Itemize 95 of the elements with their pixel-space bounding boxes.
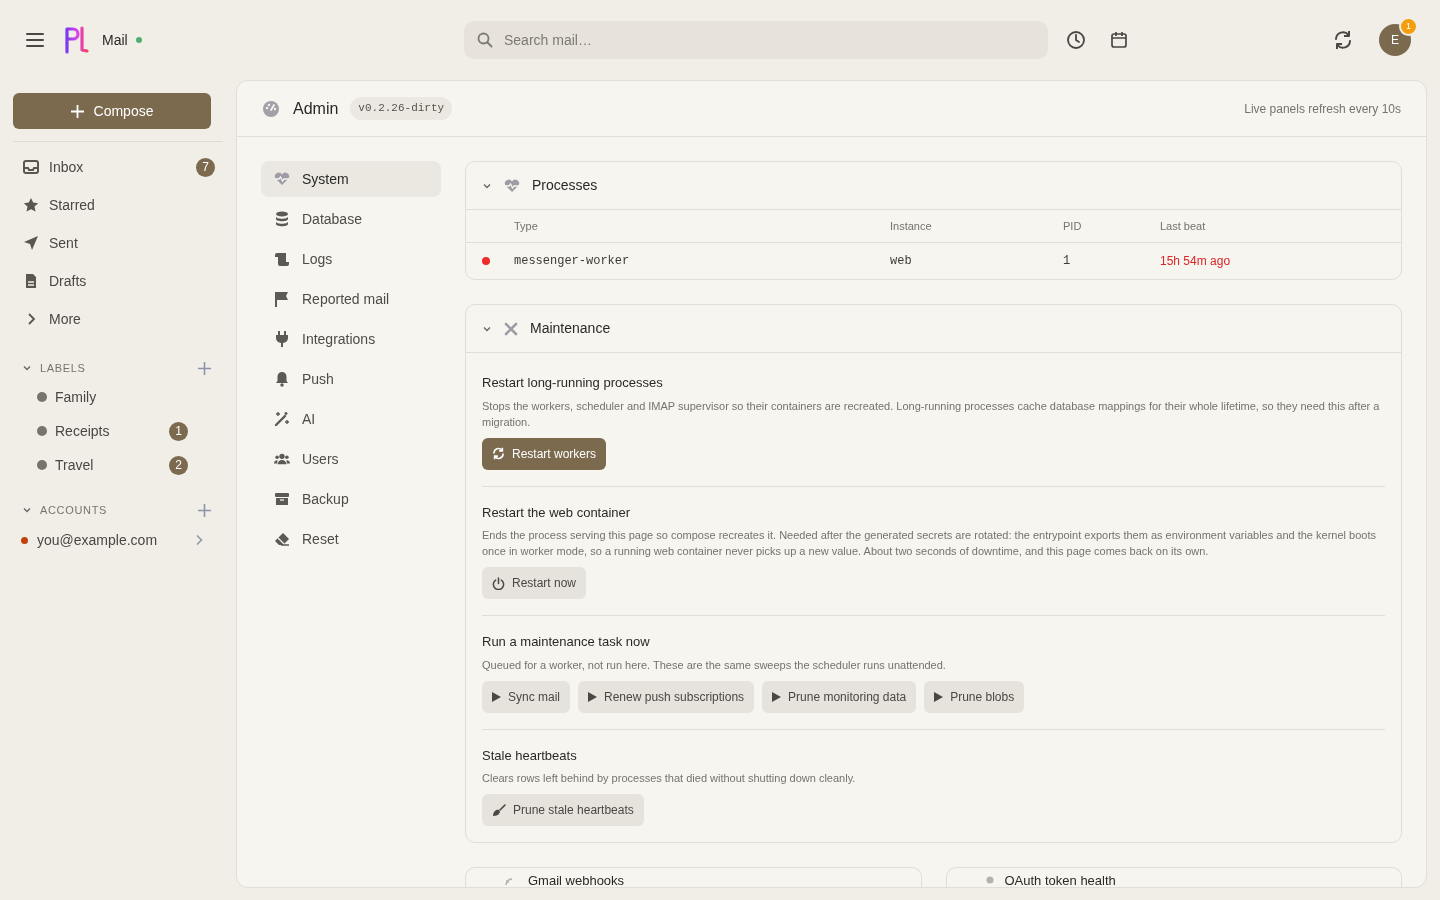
- inbox-icon: [23, 160, 39, 174]
- add-icon[interactable]: [198, 361, 211, 375]
- table-cell-text: web: [890, 253, 913, 270]
- nav-item[interactable]: More: [13, 300, 223, 338]
- action-button[interactable]: Restart now: [482, 567, 587, 599]
- play-icon: [588, 691, 597, 702]
- search-field[interactable]: Search mail…: [464, 21, 1048, 59]
- admin-nav-item[interactable]: AI: [261, 401, 441, 437]
- add-icon[interactable]: [198, 503, 211, 517]
- section-title: Restart long-running processes: [482, 374, 664, 392]
- table-cell-text: messenger-worker: [514, 253, 631, 270]
- chevron-down-icon[interactable]: [22, 505, 32, 515]
- admin-nav-item[interactable]: Reset: [261, 521, 441, 557]
- column-header: Last beat: [1160, 218, 1207, 234]
- nav-item[interactable]: Drafts: [13, 262, 223, 300]
- page-title: Admin: [293, 98, 339, 119]
- play-icon: [492, 691, 501, 702]
- action-button[interactable]: Prune monitoring data: [762, 680, 917, 713]
- admin-nav-item[interactable]: Logs: [261, 241, 441, 277]
- column-header: Type: [514, 218, 539, 234]
- admin-nav-item[interactable]: Backup: [261, 481, 441, 517]
- refresh-icon[interactable]: [1333, 30, 1353, 50]
- table-cell-text: 15h 54m ago: [1160, 253, 1232, 270]
- unread-count: 7: [196, 157, 215, 177]
- menu-icon[interactable]: [26, 33, 44, 47]
- section-description: Clears rows left behind by processes that died without shutting down cleanly.: [482, 771, 857, 786]
- chevron-right-icon: [26, 312, 36, 326]
- refresh-note: Live panels refresh every 10s: [1244, 100, 1401, 118]
- section-title: Run a maintenance task now: [482, 633, 651, 651]
- column-header: Instance: [890, 218, 933, 234]
- broom-icon: [492, 803, 506, 817]
- archive-box-icon: [275, 492, 289, 506]
- paper-plane-icon: [23, 235, 39, 251]
- database-icon: [275, 211, 289, 227]
- section-description: Stops the workers, scheduler and IMAP supervisor so their containers are recreated. Long-running processes cache database mappings for their whole lifetime, so they need this after a migration.: [482, 398, 1381, 430]
- play-icon: [772, 691, 782, 702]
- label-item[interactable]: Receipts 1: [13, 414, 223, 448]
- nav-item[interactable]: Inbox 7: [13, 148, 223, 186]
- users-icon: [274, 452, 290, 466]
- action-button[interactable]: Restart workers: [482, 437, 607, 470]
- compose-button[interactable]: Compose: [13, 93, 211, 129]
- action-button[interactable]: Prune blobs: [924, 680, 1025, 713]
- action-button[interactable]: Renew push subscriptions: [578, 680, 755, 713]
- plug-icon: [276, 331, 288, 347]
- document-icon: [25, 273, 37, 289]
- eraser-icon: [274, 532, 290, 546]
- admin-nav-item[interactable]: Integrations: [261, 321, 441, 357]
- panel-title: Processes: [532, 176, 598, 195]
- label-item[interactable]: Travel 2: [13, 448, 223, 482]
- chevron-down-icon[interactable]: [22, 363, 32, 373]
- action-button[interactable]: Sync mail: [482, 680, 570, 713]
- panel-title: Gmail webhooks: [528, 873, 625, 887]
- admin-nav-item[interactable]: System: [261, 161, 441, 197]
- chevron-right-icon: [195, 534, 203, 546]
- heart-pulse-icon: [504, 178, 520, 193]
- play-icon: [934, 691, 944, 702]
- star-icon: [23, 197, 39, 213]
- section-heading: ACCOUNTS: [40, 502, 107, 518]
- search-icon: [477, 32, 493, 48]
- scroll-icon: [274, 252, 290, 266]
- app-name: Mail: [102, 30, 128, 50]
- nav-item[interactable]: Sent: [13, 224, 223, 262]
- table-cell-text: 1: [1063, 253, 1072, 270]
- account-item[interactable]: you@example.com: [13, 522, 223, 558]
- section-description: Queued for a worker, not run here. These are the same sweeps the scheduler runs unattended.: [482, 657, 947, 673]
- panel-title: Maintenance: [530, 319, 611, 338]
- admin-nav-item[interactable]: Push: [261, 361, 441, 397]
- notification-badge: 1: [1399, 17, 1418, 36]
- gauge-icon: [262, 99, 280, 118]
- version-tag: v0.2.26-dirty: [350, 97, 453, 120]
- section-title: Stale heartbeats: [482, 746, 578, 765]
- nav-item[interactable]: Starred: [13, 186, 223, 224]
- flag-icon: [275, 291, 289, 307]
- power-icon: [492, 576, 505, 590]
- action-button[interactable]: Prune stale heartbeats: [482, 794, 644, 826]
- label-item[interactable]: Family: [13, 380, 223, 414]
- section-title: Restart the web container: [482, 503, 632, 522]
- section-heading: LABELS: [40, 360, 86, 376]
- unread-count: 1: [169, 421, 188, 441]
- bell-icon: [275, 371, 289, 387]
- plus-icon: [70, 104, 84, 118]
- panel-title: OAuth token health: [1004, 873, 1116, 887]
- unread-count: 2: [169, 455, 188, 475]
- magic-wand-icon: [274, 411, 290, 427]
- tools-icon: [504, 321, 518, 336]
- admin-nav-item[interactable]: Database: [261, 201, 441, 237]
- admin-nav-item[interactable]: Users: [261, 441, 441, 477]
- calendar-icon[interactable]: [1110, 31, 1128, 49]
- admin-nav-item[interactable]: Reported mail: [261, 281, 441, 317]
- section-description: Ends the process serving this page so compose recreates it. Needed after the generated secrets are rotated: the entrypoint exports them as environment variables and the kernel boots once in worker mode, so a running web container never picks up a new value. About two seconds of downtime, and this page comes back on its own.: [482, 528, 1377, 559]
- refresh-icon: [492, 447, 505, 460]
- heart-pulse-icon: [274, 172, 290, 186]
- logo-icon: [64, 26, 90, 54]
- clock-icon[interactable]: [1066, 30, 1086, 50]
- column-header: PID: [1063, 218, 1083, 234]
